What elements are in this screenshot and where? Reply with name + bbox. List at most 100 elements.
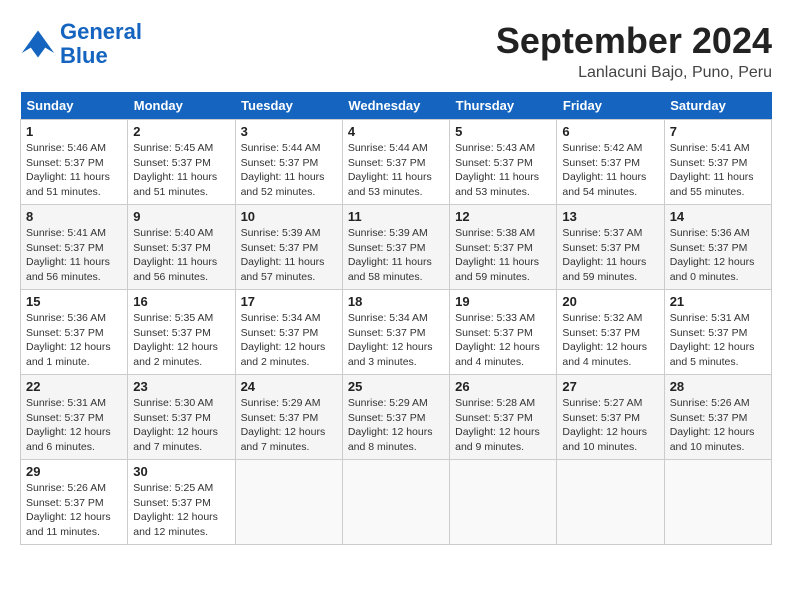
calendar-cell bbox=[235, 460, 342, 545]
day-info: Sunrise: 5:31 AM Sunset: 5:37 PM Dayligh… bbox=[26, 396, 122, 455]
day-info: Sunrise: 5:36 AM Sunset: 5:37 PM Dayligh… bbox=[670, 226, 766, 285]
calendar-cell: 29 Sunrise: 5:26 AM Sunset: 5:37 PM Dayl… bbox=[21, 460, 128, 545]
day-number: 30 bbox=[133, 464, 229, 479]
day-number: 23 bbox=[133, 379, 229, 394]
calendar-cell: 27 Sunrise: 5:27 AM Sunset: 5:37 PM Dayl… bbox=[557, 375, 664, 460]
calendar-cell: 28 Sunrise: 5:26 AM Sunset: 5:37 PM Dayl… bbox=[664, 375, 771, 460]
week-row-1: 1 Sunrise: 5:46 AM Sunset: 5:37 PM Dayli… bbox=[21, 120, 772, 205]
calendar-cell: 17 Sunrise: 5:34 AM Sunset: 5:37 PM Dayl… bbox=[235, 290, 342, 375]
day-info: Sunrise: 5:25 AM Sunset: 5:37 PM Dayligh… bbox=[133, 481, 229, 540]
day-info: Sunrise: 5:38 AM Sunset: 5:37 PM Dayligh… bbox=[455, 226, 551, 285]
day-number: 17 bbox=[241, 294, 337, 309]
day-info: Sunrise: 5:34 AM Sunset: 5:37 PM Dayligh… bbox=[348, 311, 444, 370]
calendar-cell: 12 Sunrise: 5:38 AM Sunset: 5:37 PM Dayl… bbox=[450, 205, 557, 290]
day-number: 19 bbox=[455, 294, 551, 309]
day-number: 8 bbox=[26, 209, 122, 224]
calendar-cell: 21 Sunrise: 5:31 AM Sunset: 5:37 PM Dayl… bbox=[664, 290, 771, 375]
month-title: September 2024 bbox=[496, 20, 772, 62]
calendar-cell bbox=[450, 460, 557, 545]
day-number: 15 bbox=[26, 294, 122, 309]
calendar-cell: 10 Sunrise: 5:39 AM Sunset: 5:37 PM Dayl… bbox=[235, 205, 342, 290]
calendar-cell: 23 Sunrise: 5:30 AM Sunset: 5:37 PM Dayl… bbox=[128, 375, 235, 460]
day-info: Sunrise: 5:39 AM Sunset: 5:37 PM Dayligh… bbox=[348, 226, 444, 285]
calendar-cell: 14 Sunrise: 5:36 AM Sunset: 5:37 PM Dayl… bbox=[664, 205, 771, 290]
day-info: Sunrise: 5:36 AM Sunset: 5:37 PM Dayligh… bbox=[26, 311, 122, 370]
day-info: Sunrise: 5:32 AM Sunset: 5:37 PM Dayligh… bbox=[562, 311, 658, 370]
calendar-cell: 13 Sunrise: 5:37 AM Sunset: 5:37 PM Dayl… bbox=[557, 205, 664, 290]
day-info: Sunrise: 5:28 AM Sunset: 5:37 PM Dayligh… bbox=[455, 396, 551, 455]
week-row-2: 8 Sunrise: 5:41 AM Sunset: 5:37 PM Dayli… bbox=[21, 205, 772, 290]
day-number: 26 bbox=[455, 379, 551, 394]
day-info: Sunrise: 5:39 AM Sunset: 5:37 PM Dayligh… bbox=[241, 226, 337, 285]
day-number: 10 bbox=[241, 209, 337, 224]
calendar-cell: 26 Sunrise: 5:28 AM Sunset: 5:37 PM Dayl… bbox=[450, 375, 557, 460]
day-info: Sunrise: 5:35 AM Sunset: 5:37 PM Dayligh… bbox=[133, 311, 229, 370]
calendar-cell: 2 Sunrise: 5:45 AM Sunset: 5:37 PM Dayli… bbox=[128, 120, 235, 205]
calendar-header-row: Sunday Monday Tuesday Wednesday Thursday… bbox=[21, 92, 772, 120]
day-info: Sunrise: 5:44 AM Sunset: 5:37 PM Dayligh… bbox=[348, 141, 444, 200]
calendar-cell: 7 Sunrise: 5:41 AM Sunset: 5:37 PM Dayli… bbox=[664, 120, 771, 205]
day-info: Sunrise: 5:26 AM Sunset: 5:37 PM Dayligh… bbox=[670, 396, 766, 455]
calendar-cell: 20 Sunrise: 5:32 AM Sunset: 5:37 PM Dayl… bbox=[557, 290, 664, 375]
page-header: GeneralBlue September 2024 Lanlacuni Baj… bbox=[20, 20, 772, 82]
day-info: Sunrise: 5:41 AM Sunset: 5:37 PM Dayligh… bbox=[670, 141, 766, 200]
day-info: Sunrise: 5:31 AM Sunset: 5:37 PM Dayligh… bbox=[670, 311, 766, 370]
day-number: 14 bbox=[670, 209, 766, 224]
calendar-table: Sunday Monday Tuesday Wednesday Thursday… bbox=[20, 92, 772, 545]
calendar-cell: 15 Sunrise: 5:36 AM Sunset: 5:37 PM Dayl… bbox=[21, 290, 128, 375]
day-number: 11 bbox=[348, 209, 444, 224]
calendar-cell: 24 Sunrise: 5:29 AM Sunset: 5:37 PM Dayl… bbox=[235, 375, 342, 460]
col-saturday: Saturday bbox=[664, 92, 771, 120]
day-info: Sunrise: 5:44 AM Sunset: 5:37 PM Dayligh… bbox=[241, 141, 337, 200]
day-number: 12 bbox=[455, 209, 551, 224]
logo: GeneralBlue bbox=[20, 20, 142, 68]
day-number: 13 bbox=[562, 209, 658, 224]
calendar-cell: 25 Sunrise: 5:29 AM Sunset: 5:37 PM Dayl… bbox=[342, 375, 449, 460]
day-info: Sunrise: 5:29 AM Sunset: 5:37 PM Dayligh… bbox=[348, 396, 444, 455]
day-number: 28 bbox=[670, 379, 766, 394]
day-number: 29 bbox=[26, 464, 122, 479]
day-info: Sunrise: 5:42 AM Sunset: 5:37 PM Dayligh… bbox=[562, 141, 658, 200]
calendar-cell bbox=[557, 460, 664, 545]
calendar-cell: 18 Sunrise: 5:34 AM Sunset: 5:37 PM Dayl… bbox=[342, 290, 449, 375]
calendar-cell: 9 Sunrise: 5:40 AM Sunset: 5:37 PM Dayli… bbox=[128, 205, 235, 290]
week-row-4: 22 Sunrise: 5:31 AM Sunset: 5:37 PM Dayl… bbox=[21, 375, 772, 460]
day-number: 9 bbox=[133, 209, 229, 224]
week-row-3: 15 Sunrise: 5:36 AM Sunset: 5:37 PM Dayl… bbox=[21, 290, 772, 375]
day-number: 4 bbox=[348, 124, 444, 139]
calendar-cell: 3 Sunrise: 5:44 AM Sunset: 5:37 PM Dayli… bbox=[235, 120, 342, 205]
day-info: Sunrise: 5:43 AM Sunset: 5:37 PM Dayligh… bbox=[455, 141, 551, 200]
day-info: Sunrise: 5:27 AM Sunset: 5:37 PM Dayligh… bbox=[562, 396, 658, 455]
day-number: 27 bbox=[562, 379, 658, 394]
week-row-5: 29 Sunrise: 5:26 AM Sunset: 5:37 PM Dayl… bbox=[21, 460, 772, 545]
day-number: 21 bbox=[670, 294, 766, 309]
day-info: Sunrise: 5:34 AM Sunset: 5:37 PM Dayligh… bbox=[241, 311, 337, 370]
day-info: Sunrise: 5:41 AM Sunset: 5:37 PM Dayligh… bbox=[26, 226, 122, 285]
day-info: Sunrise: 5:33 AM Sunset: 5:37 PM Dayligh… bbox=[455, 311, 551, 370]
location: Lanlacuni Bajo, Puno, Peru bbox=[496, 64, 772, 82]
logo-bird-icon bbox=[20, 26, 56, 62]
day-number: 16 bbox=[133, 294, 229, 309]
logo-text: GeneralBlue bbox=[60, 20, 142, 68]
day-info: Sunrise: 5:40 AM Sunset: 5:37 PM Dayligh… bbox=[133, 226, 229, 285]
calendar-cell: 22 Sunrise: 5:31 AM Sunset: 5:37 PM Dayl… bbox=[21, 375, 128, 460]
col-friday: Friday bbox=[557, 92, 664, 120]
col-monday: Monday bbox=[128, 92, 235, 120]
calendar-cell: 8 Sunrise: 5:41 AM Sunset: 5:37 PM Dayli… bbox=[21, 205, 128, 290]
day-info: Sunrise: 5:26 AM Sunset: 5:37 PM Dayligh… bbox=[26, 481, 122, 540]
day-info: Sunrise: 5:30 AM Sunset: 5:37 PM Dayligh… bbox=[133, 396, 229, 455]
col-sunday: Sunday bbox=[21, 92, 128, 120]
day-number: 18 bbox=[348, 294, 444, 309]
day-number: 2 bbox=[133, 124, 229, 139]
calendar-cell bbox=[664, 460, 771, 545]
calendar-cell: 1 Sunrise: 5:46 AM Sunset: 5:37 PM Dayli… bbox=[21, 120, 128, 205]
col-thursday: Thursday bbox=[450, 92, 557, 120]
calendar-cell: 19 Sunrise: 5:33 AM Sunset: 5:37 PM Dayl… bbox=[450, 290, 557, 375]
calendar-cell: 6 Sunrise: 5:42 AM Sunset: 5:37 PM Dayli… bbox=[557, 120, 664, 205]
day-number: 22 bbox=[26, 379, 122, 394]
col-tuesday: Tuesday bbox=[235, 92, 342, 120]
day-info: Sunrise: 5:46 AM Sunset: 5:37 PM Dayligh… bbox=[26, 141, 122, 200]
day-info: Sunrise: 5:37 AM Sunset: 5:37 PM Dayligh… bbox=[562, 226, 658, 285]
calendar-cell: 30 Sunrise: 5:25 AM Sunset: 5:37 PM Dayl… bbox=[128, 460, 235, 545]
calendar-cell: 16 Sunrise: 5:35 AM Sunset: 5:37 PM Dayl… bbox=[128, 290, 235, 375]
